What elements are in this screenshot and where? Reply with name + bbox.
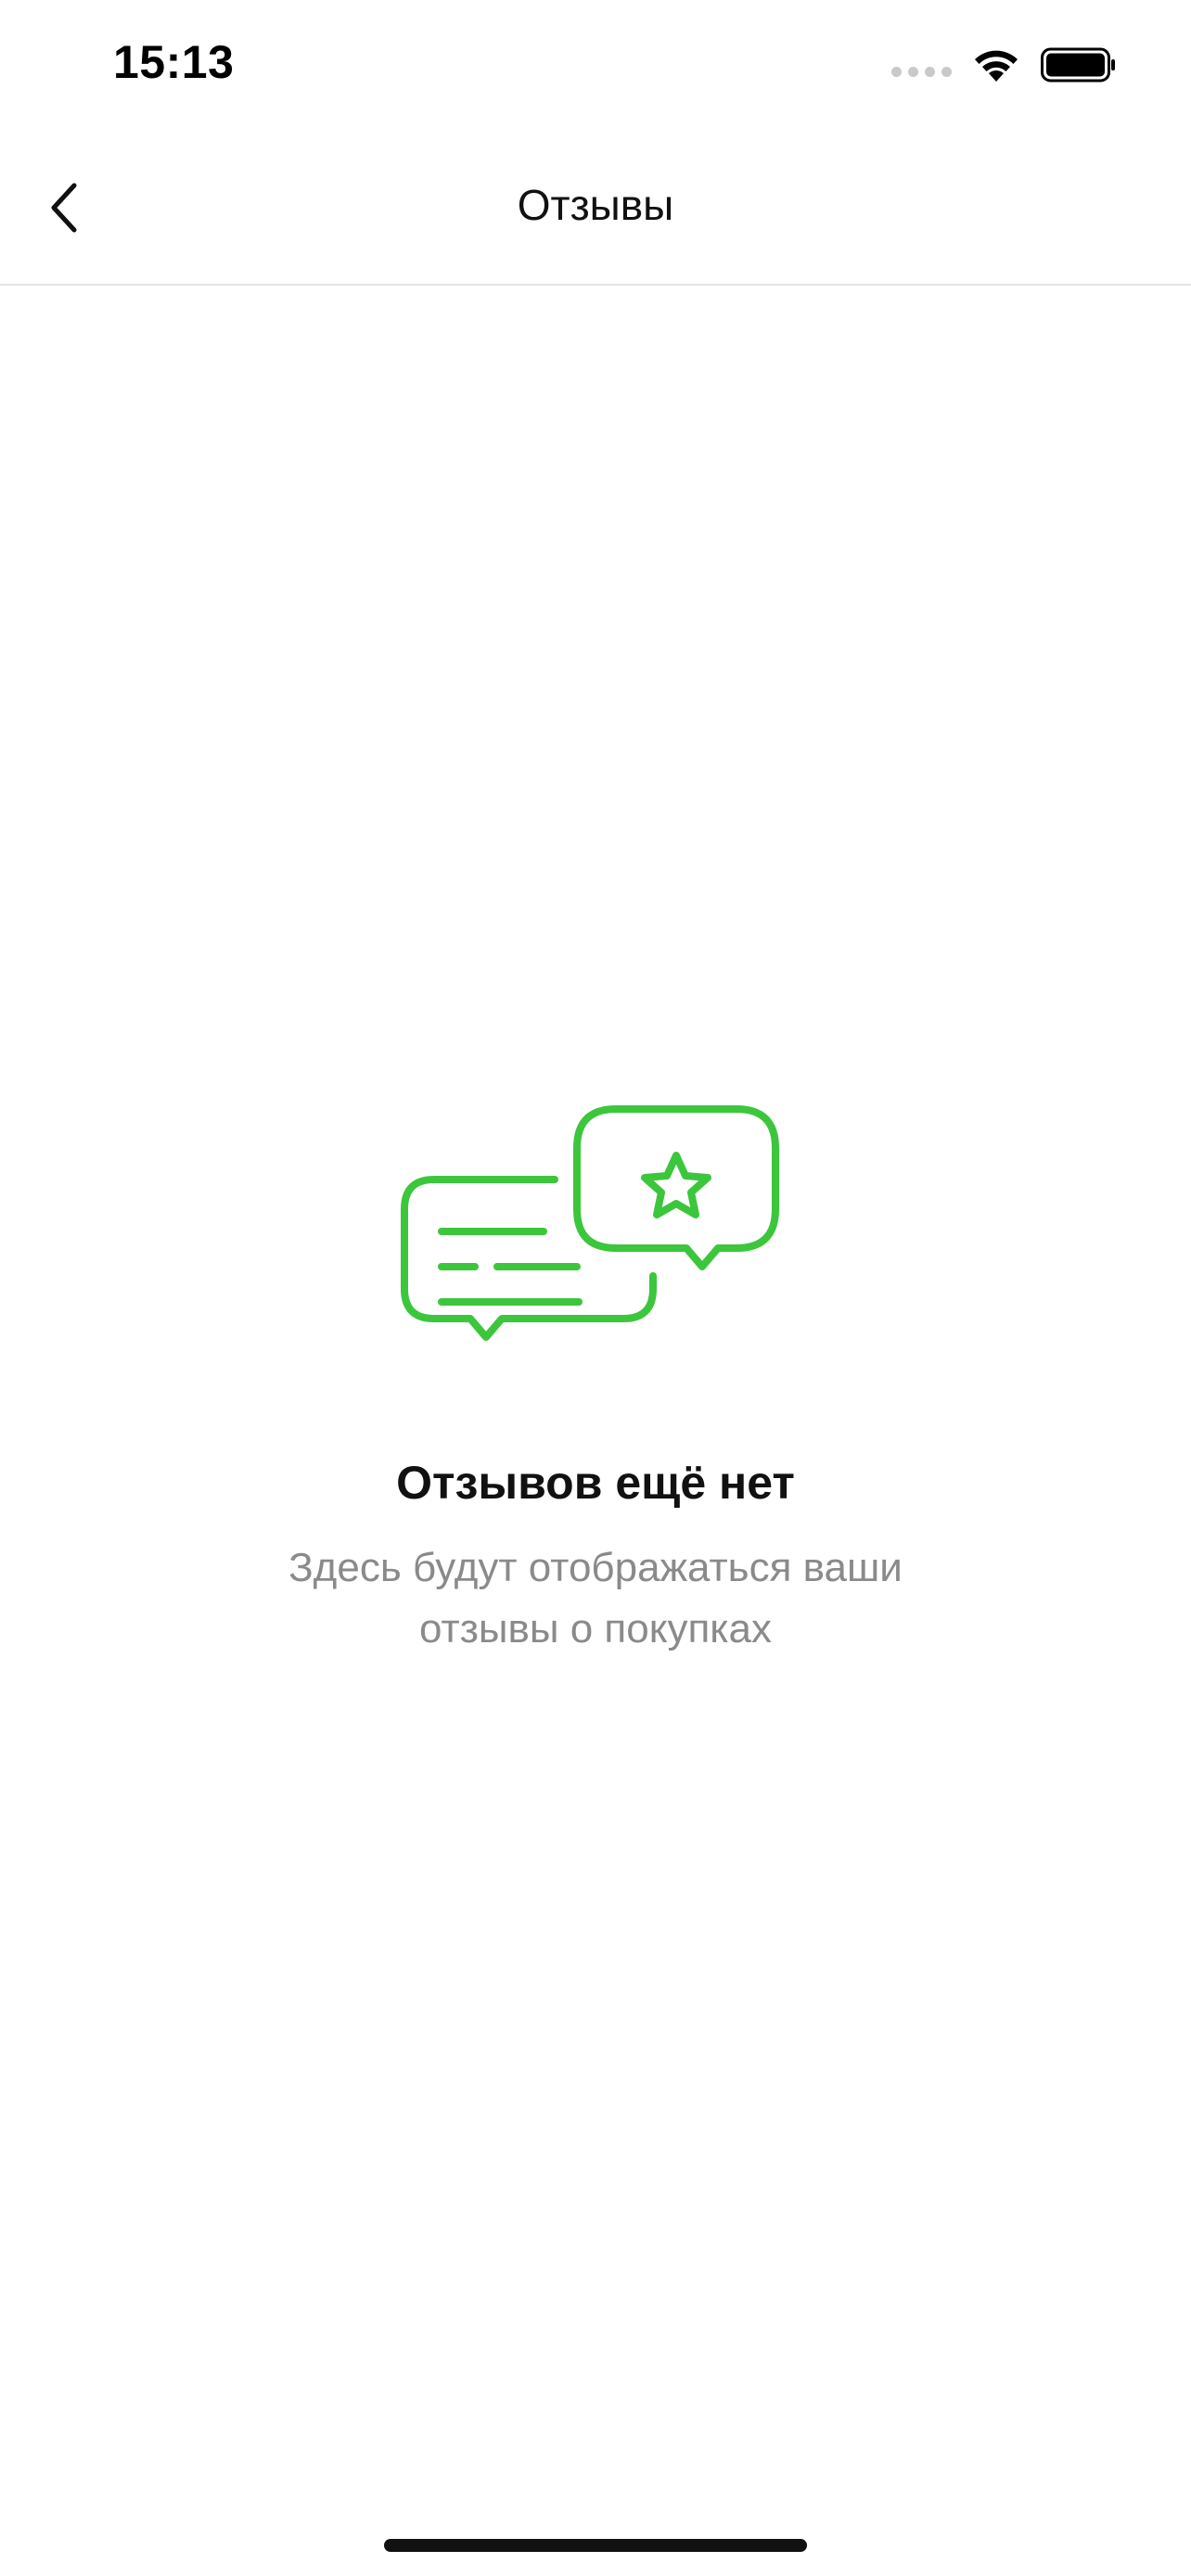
status-bar: 15:13 <box>0 0 1191 130</box>
empty-state-subtitle: Здесь будут отображаться ваши отзывы о п… <box>288 1545 903 1651</box>
reviews-chat-star-icon <box>401 1105 779 1341</box>
wifi-icon <box>975 50 1018 82</box>
page-title: Отзывы <box>517 181 674 229</box>
signal-icon <box>891 66 952 77</box>
battery-icon <box>1041 47 1115 83</box>
empty-state-title: Отзывов ещё нет <box>396 1457 795 1509</box>
nav-bar: Отзывы <box>0 130 1191 286</box>
empty-state: Отзывов ещё нет Здесь будут отображаться… <box>0 1094 1191 1660</box>
status-icons <box>891 46 1117 83</box>
status-time: 15:13 <box>113 36 235 88</box>
home-indicator[interactable] <box>384 2539 807 2552</box>
